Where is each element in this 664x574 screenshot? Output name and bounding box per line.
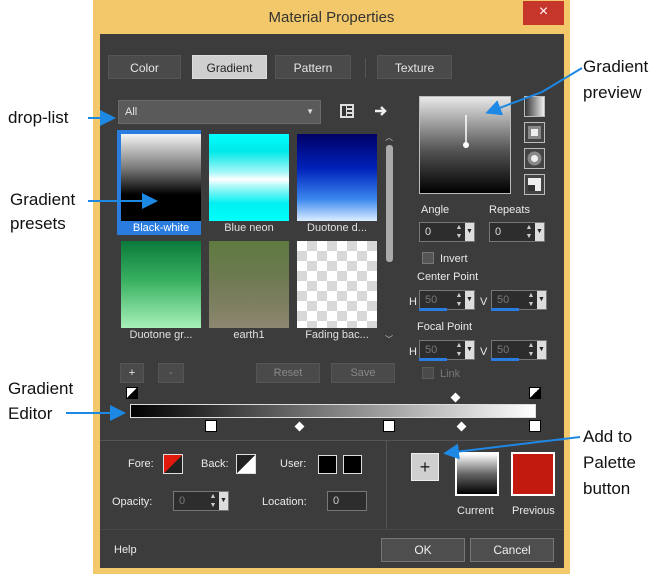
annotation-arrows [66,67,583,460]
